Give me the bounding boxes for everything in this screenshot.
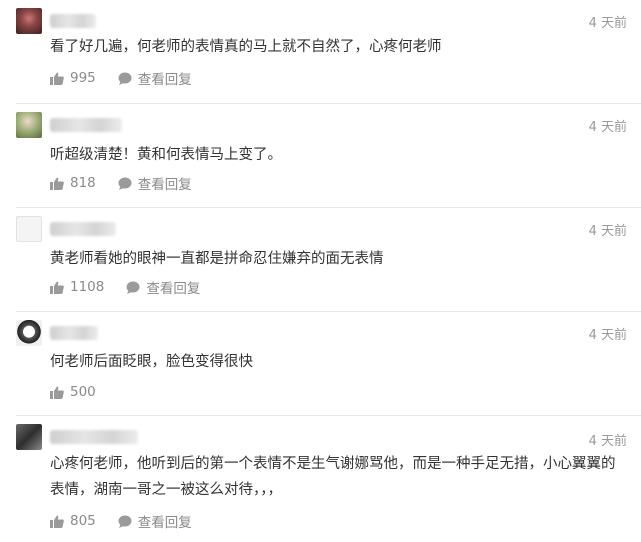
avatar[interactable] [16, 424, 42, 450]
comment-text: 心疼何老师，他听到后的第一个表情不是生气谢娜骂他，而是一种手足无措，小心翼翼的表… [50, 456, 616, 498]
thumbs-up-icon [50, 177, 64, 190]
chat-bubble-icon [126, 281, 140, 294]
chat-bubble-icon [118, 177, 132, 190]
avatar[interactable] [16, 112, 42, 138]
view-replies-label: 查看回复 [137, 515, 192, 531]
like-button[interactable]: 818 [50, 175, 96, 191]
username-blurred[interactable] [50, 14, 96, 28]
avatar[interactable] [16, 8, 42, 34]
username-blurred[interactable] [50, 326, 98, 340]
like-button[interactable]: 1108 [50, 279, 104, 295]
comment-time: 4 天前 [588, 224, 627, 239]
comment-actions: 1108 查看回复 [50, 277, 200, 297]
view-replies-label: 查看回复 [146, 281, 201, 297]
username-blurred[interactable] [50, 222, 116, 236]
view-replies-button[interactable]: 查看回复 [126, 277, 200, 297]
thumbs-up-icon [50, 386, 64, 399]
like-count: 1108 [70, 279, 105, 295]
username-blurred[interactable] [50, 430, 138, 444]
chat-bubble-icon [118, 72, 132, 85]
like-count: 995 [70, 70, 96, 86]
chat-bubble-icon [118, 515, 132, 528]
view-replies-label: 查看回复 [137, 72, 192, 88]
comment-actions: 805 查看回复 [50, 511, 192, 531]
comment-actions: 500 [50, 382, 96, 402]
like-count: 500 [70, 384, 96, 400]
comment-text: 何老师后面眨眼，脸色变得很快 [50, 354, 253, 370]
view-replies-button[interactable]: 查看回复 [118, 68, 192, 88]
like-button[interactable]: 500 [50, 384, 96, 400]
thumbs-up-icon [50, 72, 64, 85]
comment-time: 4 天前 [588, 328, 627, 343]
thumbs-up-icon [50, 281, 64, 294]
avatar[interactable] [16, 320, 42, 346]
comment-text: 听超级清楚！黄和何表情马上变了。 [50, 147, 282, 163]
comment-text: 看了好几遍，何老师的表情真的马上就不自然了，心疼何老师 [50, 39, 442, 55]
view-replies-label: 查看回复 [137, 177, 192, 193]
thumbs-up-icon [50, 515, 64, 528]
comment-time: 4 天前 [588, 16, 627, 31]
view-replies-button[interactable]: 查看回复 [118, 173, 192, 193]
comment-time: 4 天前 [588, 120, 627, 135]
like-count: 818 [70, 175, 96, 191]
comment-actions: 818 查看回复 [50, 173, 192, 193]
username-blurred[interactable] [50, 118, 122, 132]
like-button[interactable]: 995 [50, 70, 96, 86]
divider [16, 103, 641, 104]
comment-time: 4 天前 [588, 434, 627, 449]
avatar[interactable] [16, 216, 42, 242]
view-replies-button[interactable]: 查看回复 [118, 511, 192, 531]
comment-text: 黄老师看她的眼神一直都是拼命忍住嫌弃的面无表情 [50, 251, 384, 267]
divider [16, 207, 641, 208]
divider [16, 415, 641, 416]
like-button[interactable]: 805 [50, 513, 96, 529]
comment-actions: 995 查看回复 [50, 68, 192, 88]
divider [16, 311, 641, 312]
like-count: 805 [70, 513, 96, 529]
